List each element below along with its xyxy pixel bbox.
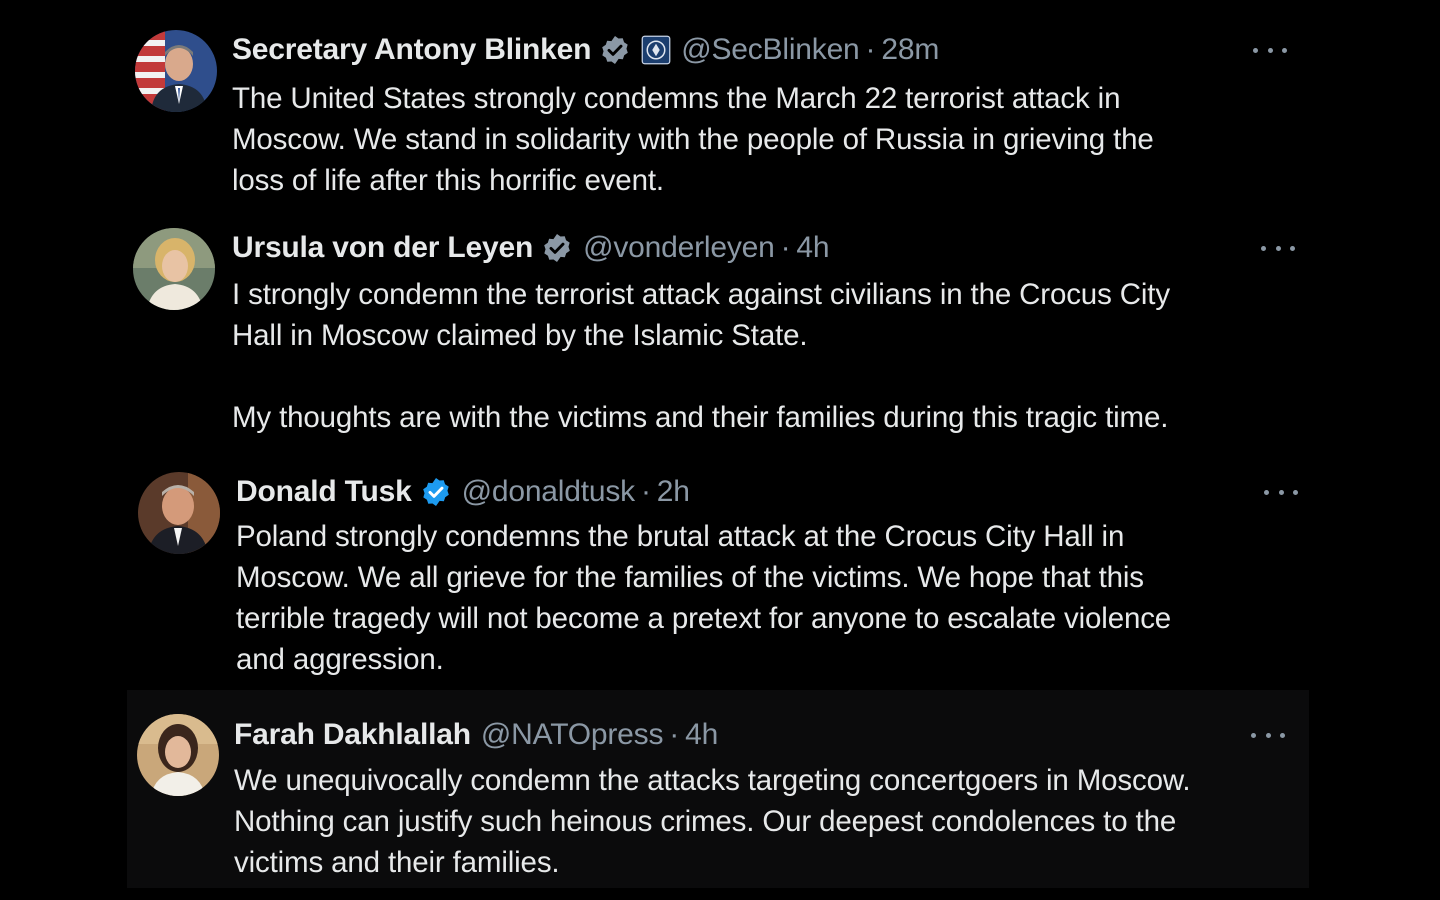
tweet-header: Donald Tusk @donaldtusk · 2h: [236, 474, 690, 510]
separator-dot: ·: [865, 33, 876, 66]
tweet-header: Secretary Antony Blinken @SecBlinken · 2…: [232, 32, 939, 68]
author-handle[interactable]: @SecBlinken: [681, 32, 860, 68]
author-handle[interactable]: @vonderleyen: [583, 230, 775, 266]
tweet-header: Farah Dakhlallah @NATOpress · 4h: [234, 717, 718, 753]
author-name[interactable]: Ursula von der Leyen: [232, 230, 533, 266]
tweet-text: I strongly condemn the terrorist attack …: [232, 278, 1170, 434]
avatar-blinken[interactable]: [135, 30, 217, 112]
author-name[interactable]: Farah Dakhlallah: [234, 717, 471, 753]
tweet-vonderleyen[interactable]: Ursula von der Leyen @vonderleyen · 4h I…: [0, 220, 1440, 440]
tweet-natopress[interactable]: Farah Dakhlallah @NATOpress · 4h We uneq…: [127, 690, 1309, 888]
tweet-text: Poland strongly condemns the brutal atta…: [236, 520, 1172, 676]
us-state-department-seal-icon: [641, 35, 671, 65]
tweet-tusk[interactable]: Donald Tusk @donaldtusk · 2h Poland stro…: [0, 462, 1440, 692]
tweet-blinken[interactable]: Secretary Antony Blinken @SecBlinken · 2…: [0, 20, 1440, 210]
tweet-header: Ursula von der Leyen @vonderleyen · 4h: [232, 230, 830, 266]
more-options-icon[interactable]: [1264, 487, 1298, 497]
author-handle[interactable]: @NATOpress: [481, 717, 664, 753]
separator-dot: ·: [669, 718, 680, 751]
separator-dot: ·: [640, 475, 651, 508]
timestamp[interactable]: 2h: [657, 474, 690, 510]
author-handle[interactable]: @donaldtusk: [462, 474, 636, 510]
avatar-dakhlallah[interactable]: [137, 714, 219, 796]
avatar-vonderleyen[interactable]: [133, 228, 215, 310]
more-options-icon[interactable]: [1253, 45, 1287, 55]
verified-badge-icon: [599, 34, 631, 66]
tweet-text: We unequivocally condemn the attacks tar…: [234, 764, 1191, 879]
author-name[interactable]: Secretary Antony Blinken: [232, 32, 591, 68]
verified-badge-icon: [541, 232, 573, 264]
avatar-tusk[interactable]: [138, 472, 220, 554]
more-options-icon[interactable]: [1261, 243, 1295, 253]
timestamp[interactable]: 4h: [796, 230, 829, 266]
verified-badge-icon: [420, 476, 452, 508]
author-name[interactable]: Donald Tusk: [236, 474, 412, 510]
timestamp[interactable]: 28m: [881, 32, 939, 68]
timestamp[interactable]: 4h: [685, 717, 718, 753]
tweet-text: The United States strongly condemns the …: [232, 82, 1154, 197]
separator-dot: ·: [780, 231, 791, 264]
more-options-icon[interactable]: [1251, 730, 1285, 740]
